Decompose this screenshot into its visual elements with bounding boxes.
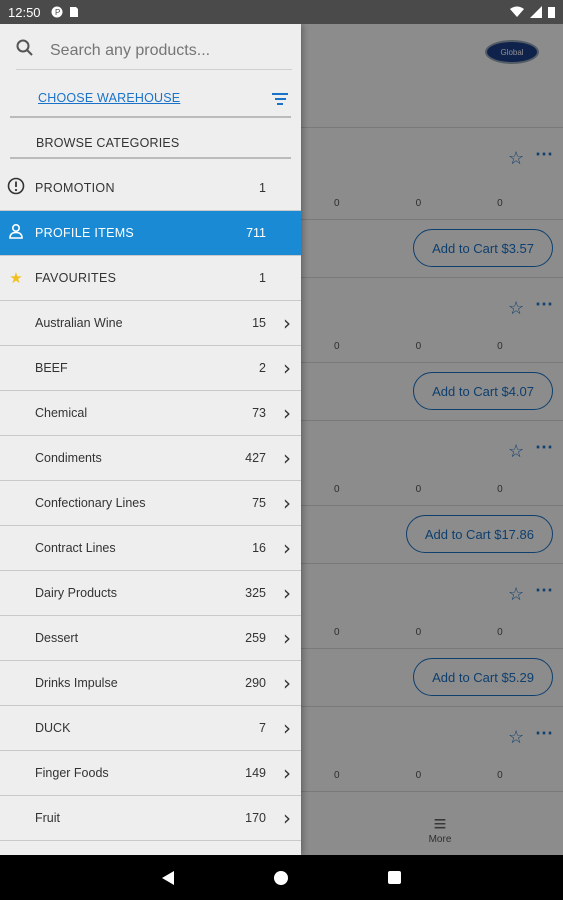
chevron-right-icon: › [283, 761, 291, 785]
category-count: 2 [259, 361, 266, 375]
category-count: 259 [245, 631, 266, 645]
category-condiments[interactable]: Condiments 427 › [0, 436, 301, 481]
category-count: 7 [259, 721, 266, 735]
browse-categories-heading: BROWSE CATEGORIES [10, 128, 291, 159]
category-label: Drinks Impulse [35, 676, 118, 690]
chevron-right-icon: › [283, 671, 291, 695]
status-time: 12:50 [8, 4, 41, 20]
back-icon[interactable] [162, 870, 174, 885]
category-count: 290 [245, 676, 266, 690]
category-label: Finger Foods [35, 766, 109, 780]
recent-apps-icon[interactable] [388, 871, 401, 884]
category-drinks-impulse[interactable]: Drinks Impulse 290 › [0, 661, 301, 706]
chevron-right-icon: › [283, 716, 291, 740]
status-bar: 12:50 P [0, 0, 563, 24]
category-count: 15 [252, 316, 266, 330]
category-contract-lines[interactable]: Contract Lines 16 › [0, 526, 301, 571]
category-label: BEEF [35, 361, 68, 375]
category-label: PROMOTION [35, 181, 115, 195]
category-count: 711 [246, 226, 266, 240]
category-dairy-products[interactable]: Dairy Products 325 › [0, 571, 301, 616]
warehouse-section: CHOOSE WAREHOUSE [10, 84, 291, 118]
chevron-right-icon: › [283, 626, 291, 650]
category-chemical[interactable]: Chemical 73 › [0, 391, 301, 436]
category-label: PROFILE ITEMS [35, 226, 135, 240]
category-favourites[interactable]: ★ FAVOURITES 1 [0, 256, 301, 301]
chevron-right-icon: › [283, 806, 291, 830]
category-finger-foods[interactable]: Finger Foods 149 › [0, 751, 301, 796]
svg-text:P: P [55, 8, 60, 17]
choose-warehouse-link[interactable]: CHOOSE WAREHOUSE [38, 91, 180, 105]
category-count: 75 [252, 496, 266, 510]
chevron-right-icon: › [283, 491, 291, 515]
category-duck[interactable]: DUCK 7 › [0, 706, 301, 751]
category-label: Australian Wine [35, 316, 123, 330]
home-icon[interactable] [274, 870, 288, 885]
filter-icon[interactable] [271, 90, 289, 108]
sim-card-icon [69, 7, 78, 17]
category-list: PROMOTION 1 PROFILE ITEMS 711 ★ FAVOURIT… [0, 166, 301, 841]
category-confectionary-lines[interactable]: Confectionary Lines 75 › [0, 481, 301, 526]
search-icon [16, 39, 40, 62]
category-label: Confectionary Lines [35, 496, 146, 510]
category-dessert[interactable]: Dessert 259 › [0, 616, 301, 661]
wifi-icon [510, 6, 524, 17]
chevron-right-icon: › [283, 311, 291, 335]
category-label: FAVOURITES [35, 271, 117, 285]
system-nav-bar [0, 855, 563, 900]
star-icon: ★ [9, 270, 23, 287]
category-count: 427 [245, 451, 266, 465]
person-icon [6, 223, 26, 243]
category-label: Condiments [35, 451, 102, 465]
app-notification-icon: P [51, 6, 63, 18]
category-profile-items[interactable]: PROFILE ITEMS 711 [0, 211, 301, 256]
category-count: 16 [252, 541, 266, 555]
category-drawer: CHOOSE WAREHOUSE BROWSE CATEGORIES PROMO… [0, 24, 301, 855]
battery-icon [548, 7, 555, 18]
category-label: Dairy Products [35, 586, 117, 600]
chevron-right-icon: › [283, 581, 291, 605]
category-label: Contract Lines [35, 541, 116, 555]
chevron-right-icon: › [283, 356, 291, 380]
category-label: DUCK [35, 721, 71, 735]
chevron-right-icon: › [283, 446, 291, 470]
category-count: 170 [245, 811, 266, 825]
chevron-right-icon: › [283, 536, 291, 560]
category-fruit[interactable]: Fruit 170 › [0, 796, 301, 841]
category-label: Dessert [35, 631, 79, 645]
category-count: 1 [259, 271, 266, 285]
search-input[interactable] [50, 41, 292, 60]
signal-icon [530, 6, 542, 18]
category-count: 149 [245, 766, 266, 780]
search-bar [16, 32, 292, 70]
category-label: Chemical [35, 406, 88, 420]
category-australian-wine[interactable]: Australian Wine 15 › [0, 301, 301, 346]
category-beef[interactable]: BEEF 2 › [0, 346, 301, 391]
category-count: 1 [259, 181, 266, 195]
alert-circle-icon [6, 177, 26, 199]
category-promotion[interactable]: PROMOTION 1 [0, 166, 301, 211]
category-label: Fruit [35, 811, 60, 825]
category-count: 325 [245, 586, 266, 600]
chevron-right-icon: › [283, 401, 291, 425]
category-count: 73 [252, 406, 266, 420]
